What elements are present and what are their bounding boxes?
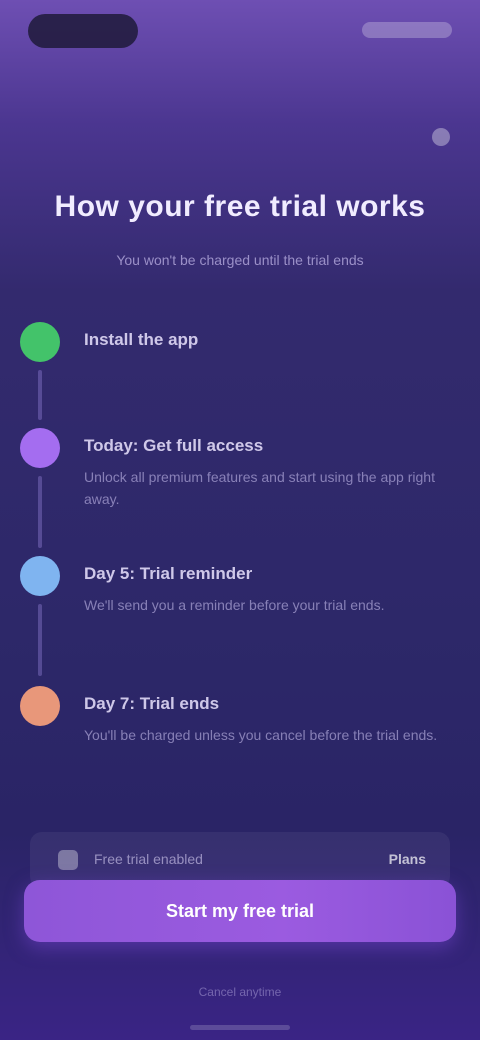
bell-icon	[20, 556, 60, 596]
timeline-connector	[38, 370, 42, 420]
timeline-step-desc: Unlock all premium features and start us…	[84, 469, 435, 507]
close-icon[interactable]	[432, 128, 450, 146]
status-bar-pill	[28, 14, 138, 48]
check-icon	[20, 322, 60, 362]
plans-link[interactable]: Plans	[389, 851, 426, 867]
cancel-note: Cancel anytime	[198, 985, 282, 999]
timeline-step-title: Today: Get full access	[84, 436, 264, 455]
timeline-step-title: Day 5: Trial reminder	[84, 564, 253, 583]
star-icon	[20, 686, 60, 726]
lock-icon	[20, 428, 60, 468]
page-title: How your free trial works	[54, 190, 426, 223]
start-trial-button[interactable]: Start my free trial	[24, 880, 456, 942]
timeline-step-desc: You'll be charged unless you cancel befo…	[84, 727, 438, 743]
trial-toggle-label: Free trial enabled	[94, 851, 203, 867]
timeline-connector	[38, 476, 42, 548]
page-subtitle: You won't be charged until the trial end…	[116, 252, 364, 268]
timeline-step-title: Day 7: Trial ends	[84, 694, 220, 713]
timeline-connector	[38, 604, 42, 676]
status-bar-icons	[362, 22, 452, 38]
timeline-step-desc: We'll send you a reminder before your tr…	[84, 597, 385, 613]
home-indicator	[190, 1025, 290, 1030]
info-icon	[58, 850, 78, 870]
timeline-step-title: Install the app	[84, 330, 199, 349]
